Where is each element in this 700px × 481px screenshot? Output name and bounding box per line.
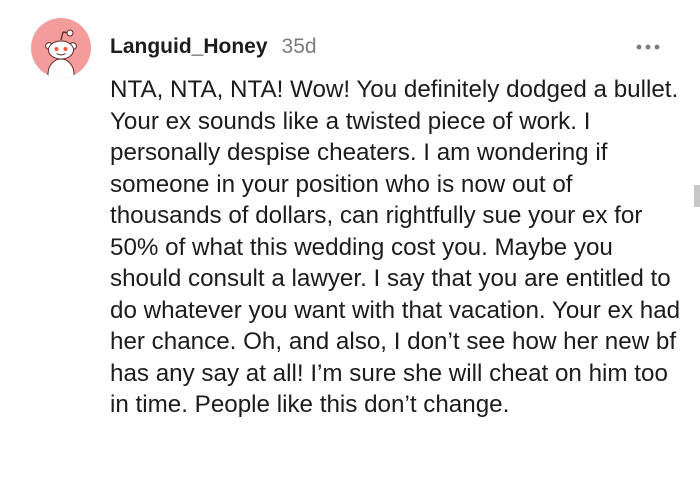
scrollbar[interactable] — [694, 185, 700, 207]
avatar[interactable] — [31, 18, 91, 78]
username[interactable]: Languid_Honey — [110, 35, 268, 59]
comment-card: Languid_Honey 35d NTA, NTA, NTA! Wow! Yo… — [0, 0, 700, 481]
more-options-button[interactable] — [630, 34, 666, 60]
more-horizontal-icon — [636, 44, 660, 50]
timestamp: 35d — [281, 35, 317, 58]
reddit-snoo-avatar-icon — [45, 29, 77, 78]
comment-header: Languid_Honey 35d — [110, 35, 317, 61]
comment-body: NTA, NTA, NTA! Wow! You definitely dodge… — [110, 76, 681, 418]
